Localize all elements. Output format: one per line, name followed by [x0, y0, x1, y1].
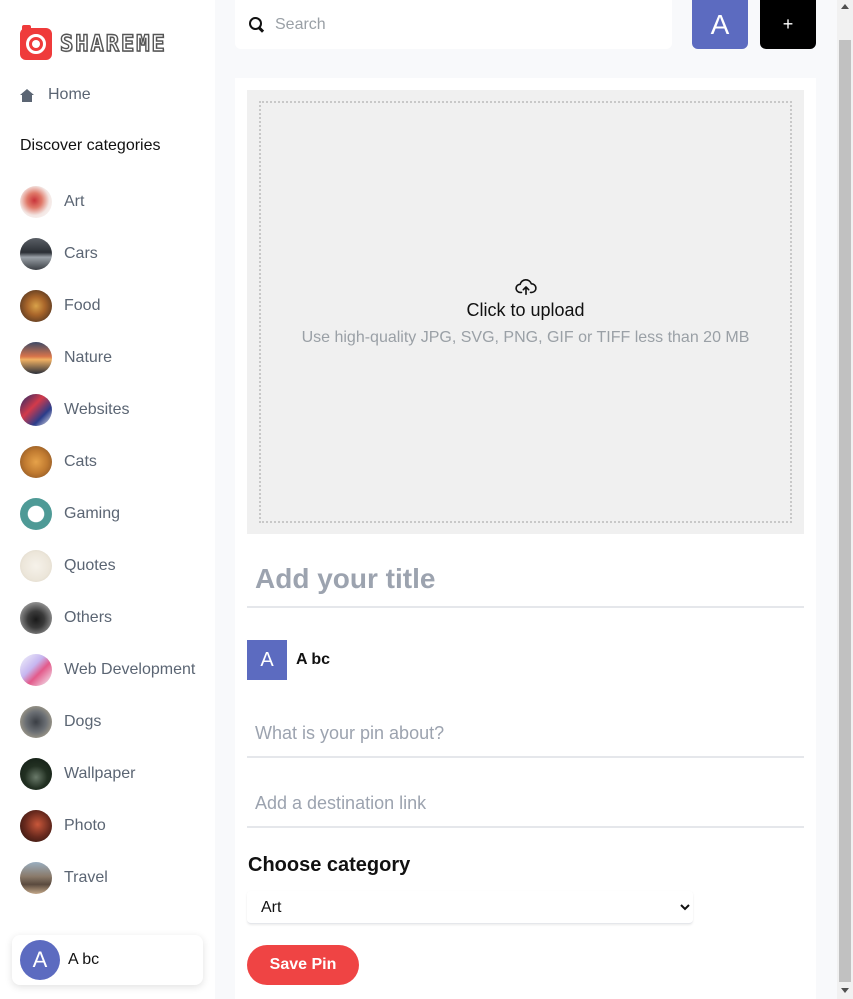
destination-link-input[interactable]: [247, 780, 804, 828]
sidebar-item-cars[interactable]: Cars: [20, 228, 195, 280]
sidebar-item-label: Travel: [64, 869, 108, 886]
sidebar-item-label: Web Development: [64, 661, 196, 678]
sidebar-item-label: Photo: [64, 817, 106, 834]
category-thumbnail: [20, 550, 52, 582]
category-select[interactable]: Art: [247, 891, 693, 924]
author-name: A bc: [296, 651, 331, 668]
category-thumbnail: [20, 758, 52, 790]
avatar: A: [247, 640, 287, 680]
sidebar-item-dogs[interactable]: Dogs: [20, 696, 195, 748]
user-name: A bc: [68, 951, 100, 968]
category-thumbnail: [20, 342, 52, 374]
sidebar-item-label: Cats: [64, 453, 97, 470]
sidebar-item-art[interactable]: Art: [20, 176, 195, 228]
image-upload-area: Click to upload Use high-quality JPG, SV…: [247, 90, 804, 534]
pin-author: A A bc: [247, 640, 330, 680]
camera-logo-icon: [20, 25, 52, 60]
sidebar-item-label: Gaming: [64, 505, 121, 522]
app-logo[interactable]: SHAREME: [20, 25, 167, 60]
sidebar-item-quotes[interactable]: Quotes: [20, 540, 195, 592]
search-bar[interactable]: [235, 0, 672, 49]
sidebar-item-websites[interactable]: Websites: [20, 384, 195, 436]
save-pin-button[interactable]: Save Pin: [247, 945, 359, 985]
home-icon: [20, 88, 34, 102]
sidebar-item-label: Others: [64, 609, 113, 626]
sidebar-item-home[interactable]: Home: [20, 84, 91, 106]
category-thumbnail: [20, 862, 52, 894]
pin-about-input[interactable]: [247, 710, 804, 758]
create-pin-button[interactable]: +: [760, 0, 816, 49]
category-thumbnail: [20, 498, 52, 530]
category-thumbnail: [20, 238, 52, 270]
upload-dropzone[interactable]: Click to upload Use high-quality JPG, SV…: [259, 101, 792, 523]
sidebar-item-label: Art: [64, 193, 85, 210]
category-thumbnail: [20, 602, 52, 634]
scrollbar-thumb[interactable]: [839, 40, 851, 982]
create-pin-panel: Click to upload Use high-quality JPG, SV…: [235, 78, 816, 999]
sidebar-item-label: Quotes: [64, 557, 116, 574]
sidebar-item-label: Nature: [64, 349, 113, 366]
sidebar-item-travel[interactable]: Travel: [20, 852, 195, 904]
sidebar-item-nature[interactable]: Nature: [20, 332, 195, 384]
discover-categories-heading: Discover categories: [20, 137, 161, 154]
sidebar-item-label: Cars: [64, 245, 98, 262]
app-logo-text: SHAREME: [59, 31, 167, 57]
avatar: A: [20, 940, 60, 980]
upload-hint: Use high-quality JPG, SVG, PNG, GIF or T…: [301, 328, 750, 346]
sidebar-item-wallpaper[interactable]: Wallpaper: [20, 748, 195, 800]
sidebar-item-gaming[interactable]: Gaming: [20, 488, 195, 540]
sidebar-item-label: Dogs: [64, 713, 102, 730]
choose-category-heading: Choose category: [248, 854, 411, 876]
scrollbar[interactable]: [837, 0, 853, 999]
profile-avatar-button[interactable]: A: [692, 0, 748, 49]
category-thumbnail: [20, 290, 52, 322]
category-list: Art Cars Food Nature Websites Cats Gaming Quote…: [20, 176, 195, 904]
upload-title: Click to upload: [466, 299, 585, 320]
category-thumbnail: [20, 446, 52, 478]
sidebar-item-photo[interactable]: Photo: [20, 800, 195, 852]
sidebar-item-label: Websites: [64, 401, 130, 418]
cloud-upload-icon: [514, 278, 537, 295]
sidebar-item-food[interactable]: Food: [20, 280, 195, 332]
search-icon: [249, 16, 265, 33]
sidebar-item-label: Home: [48, 86, 91, 103]
sidebar-item-label: Food: [64, 297, 101, 314]
sidebar-item-label: Wallpaper: [64, 765, 136, 782]
sidebar-item-web-development[interactable]: Web Development: [20, 644, 195, 696]
scroll-up-arrow-icon[interactable]: [841, 4, 849, 9]
category-thumbnail: [20, 810, 52, 842]
pin-title-input[interactable]: [247, 552, 804, 608]
sidebar: SHAREME Home Discover categories Art Cars…: [0, 0, 215, 999]
search-input[interactable]: [275, 15, 655, 34]
user-profile-link[interactable]: A A bc: [12, 935, 203, 985]
category-thumbnail: [20, 706, 52, 738]
scroll-down-arrow-icon[interactable]: [841, 988, 849, 993]
sidebar-item-others[interactable]: Others: [20, 592, 195, 644]
category-thumbnail: [20, 654, 52, 686]
sidebar-item-cats[interactable]: Cats: [20, 436, 195, 488]
category-thumbnail: [20, 186, 52, 218]
category-thumbnail: [20, 394, 52, 426]
